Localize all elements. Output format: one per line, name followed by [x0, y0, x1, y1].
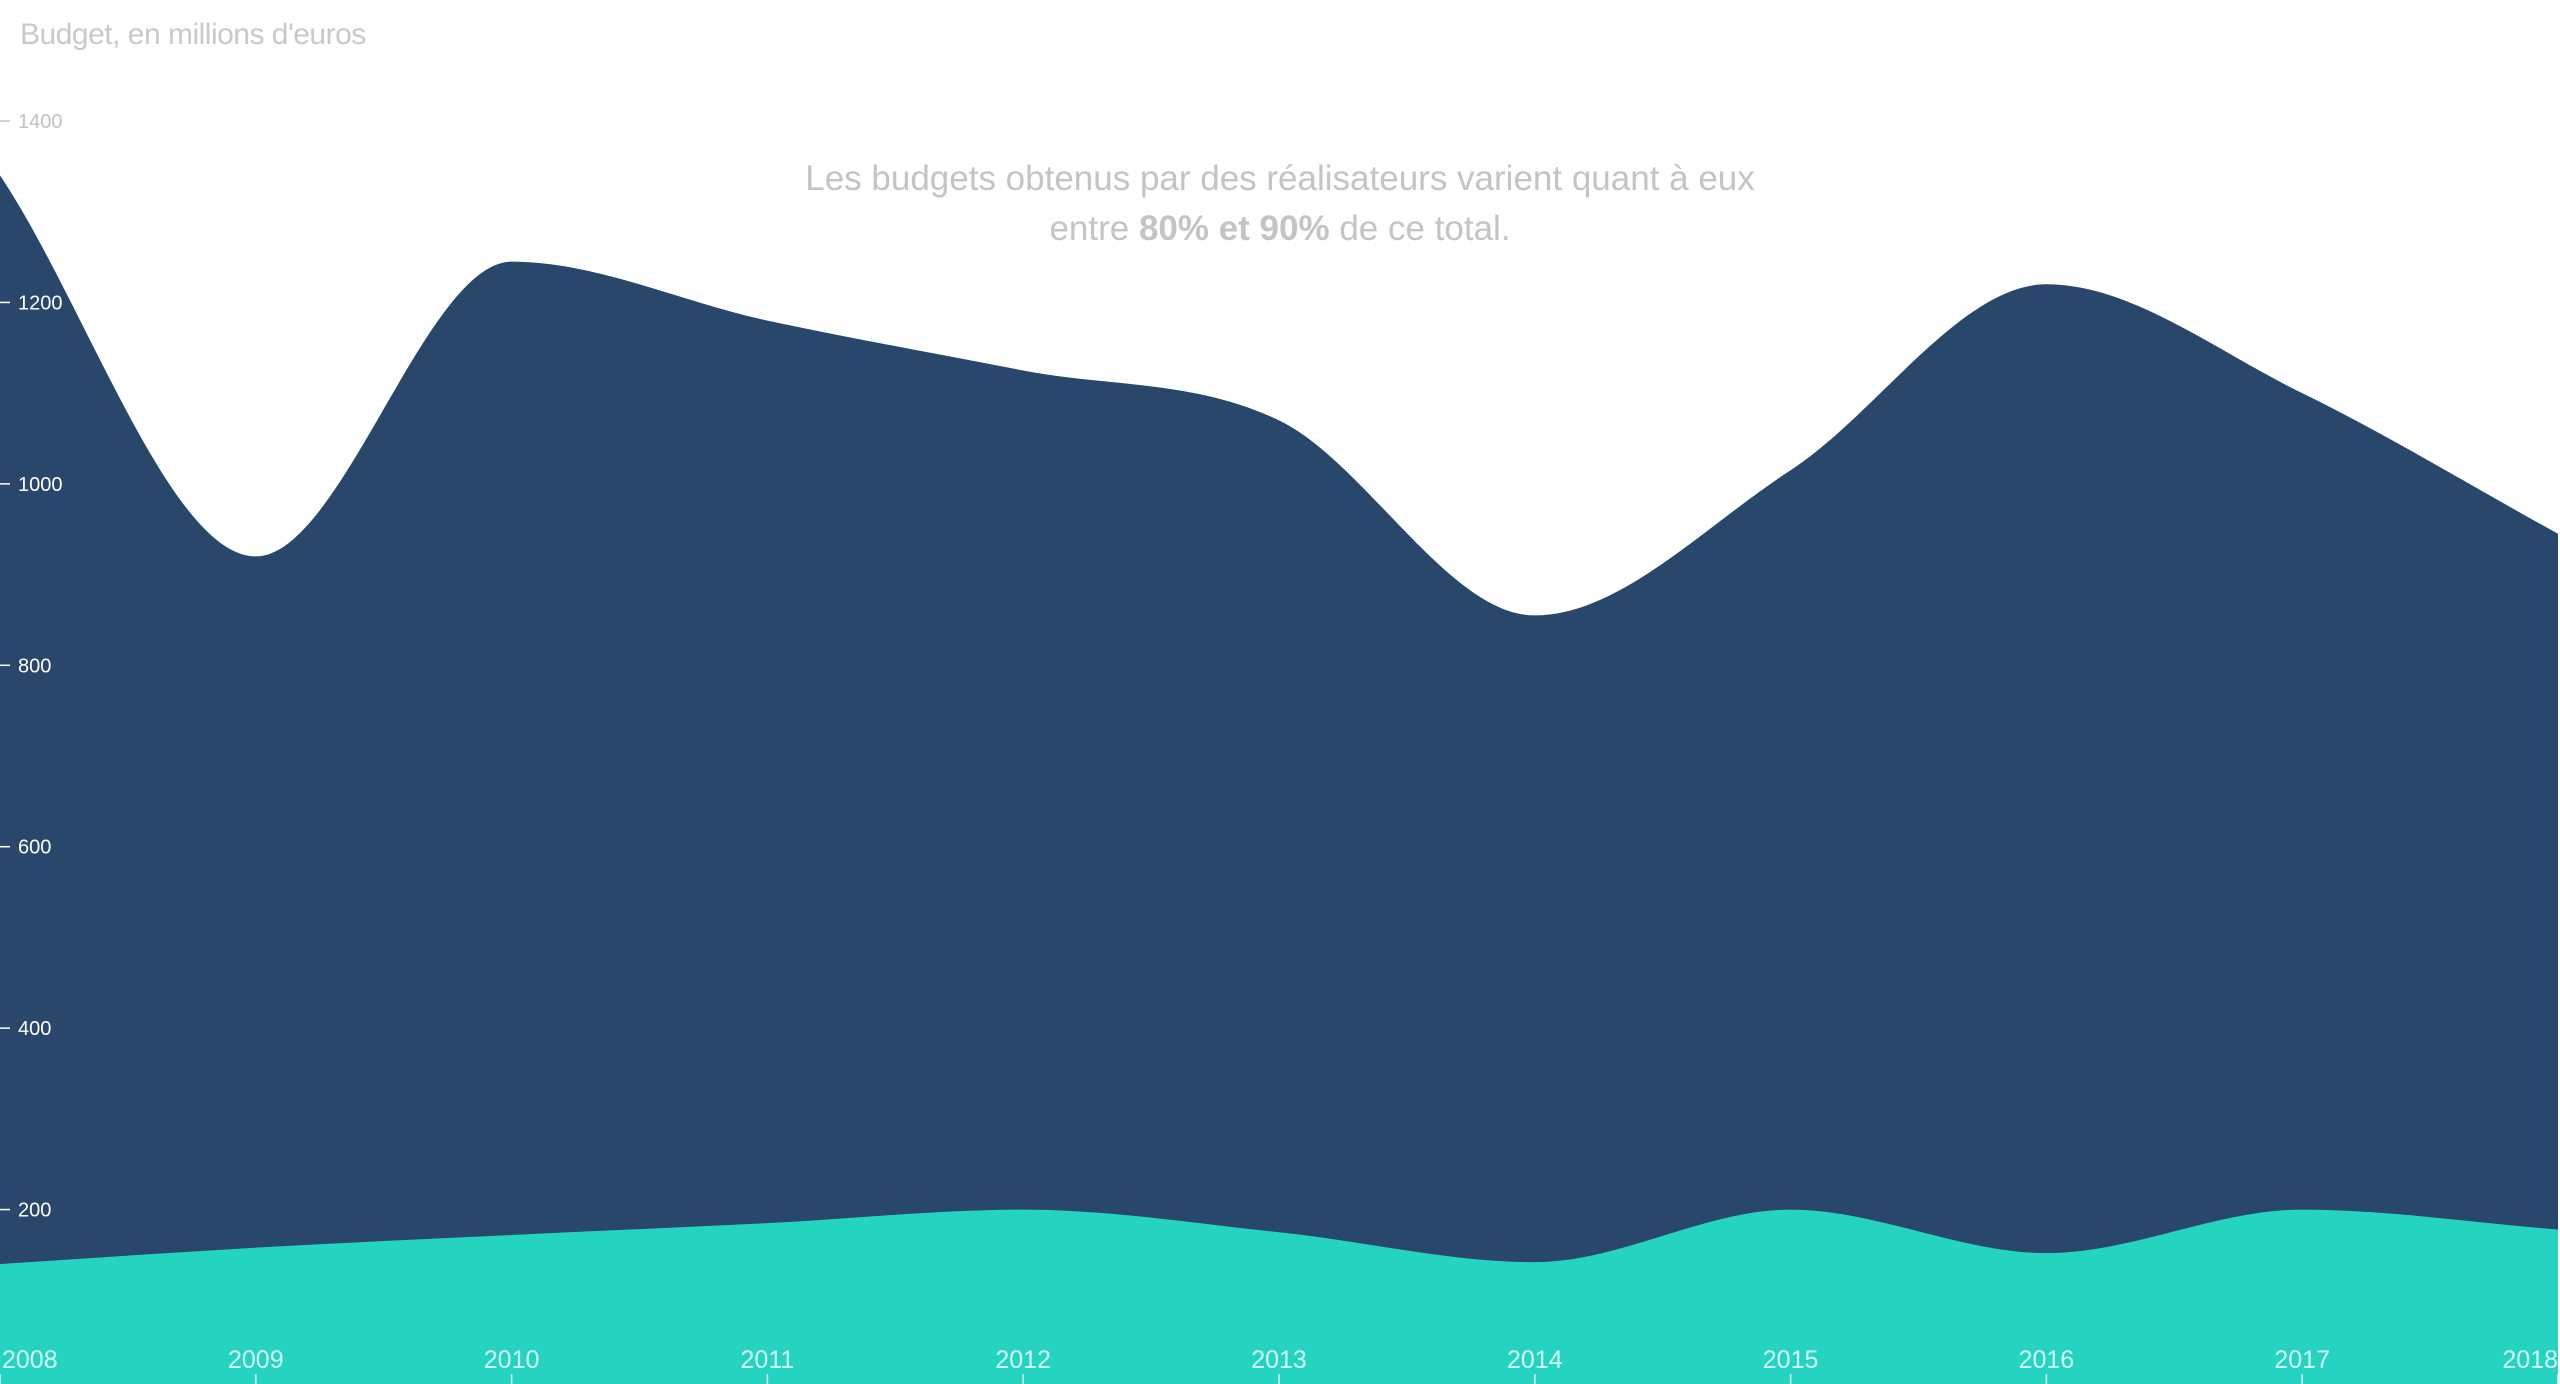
y-tick-label-1200: 1200 [18, 292, 63, 314]
y-tick-label-600: 600 [18, 837, 51, 859]
y-tick-label-800: 800 [18, 655, 51, 677]
annotation-line-1: Les budgets obtenus par des réalisateurs… [805, 159, 1755, 198]
y-tick-label-1000: 1000 [18, 474, 63, 496]
y-axis-label: Budget, en millions d'euros [20, 18, 366, 51]
x-tick-label-2016: 2016 [2019, 1346, 2075, 1374]
x-tick-label-2017: 2017 [2274, 1346, 2330, 1374]
area-chart: 200 400 600 800 1000 1200 1400 2008 2009 2010 201… [0, 0, 2560, 1384]
x-tick-label-2013: 2013 [1251, 1346, 1307, 1374]
x-tick-label-2008: 2008 [2, 1346, 58, 1374]
chart-annotation: Les budgets obtenus par des réalisateurs… [780, 154, 1780, 254]
x-tick-label-2009: 2009 [228, 1346, 284, 1374]
y-tick-label-200: 200 [18, 1200, 51, 1222]
x-tick-label-2014: 2014 [1507, 1346, 1563, 1374]
x-tick-label-2011: 2011 [741, 1346, 795, 1374]
area-layer [0, 175, 2558, 1384]
x-tick-label-2015: 2015 [1763, 1346, 1819, 1374]
annotation-line-2-pre: entre [1049, 209, 1139, 248]
area-series-1 [0, 175, 2558, 1384]
annotation-line-2-bold: 80% et 90% [1138, 209, 1330, 248]
x-tick-label-2018: 2018 [2502, 1346, 2558, 1374]
x-tick-label-2012: 2012 [995, 1346, 1051, 1374]
y-tick-label-400: 400 [18, 1018, 51, 1040]
y-tick-label-1400: 1400 [18, 111, 63, 133]
annotation-line-2-post: de ce total. [1329, 209, 1511, 248]
x-tick-label-2010: 2010 [484, 1346, 540, 1374]
